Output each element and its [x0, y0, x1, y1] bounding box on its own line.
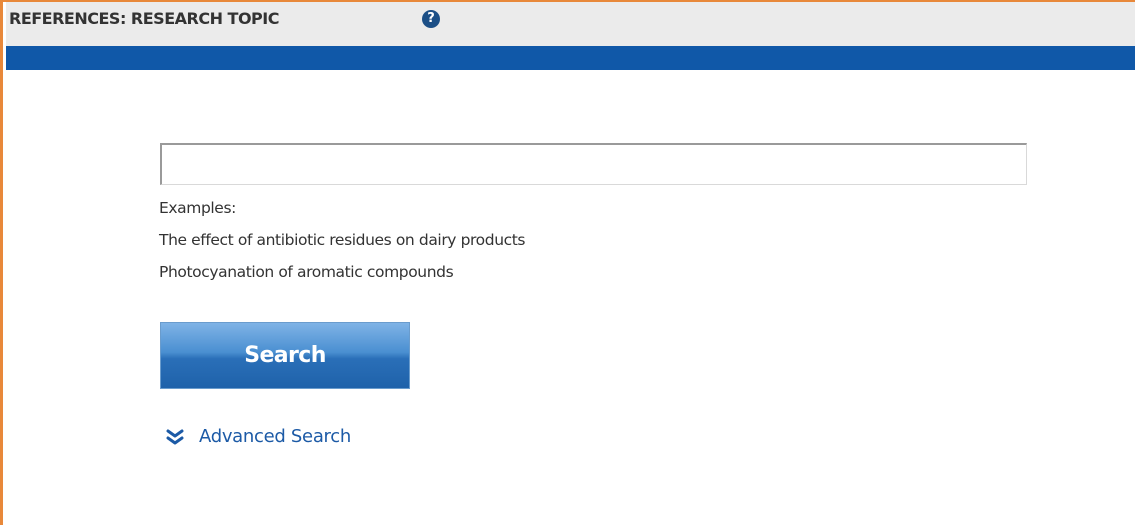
advanced-search-label: Advanced Search	[199, 426, 351, 447]
advanced-search-link[interactable]: Advanced Search	[165, 426, 351, 447]
example-item: The effect of antibiotic residues on dai…	[159, 231, 526, 249]
help-icon[interactable]: ?	[422, 10, 440, 28]
header-bar	[6, 46, 1135, 70]
example-item: Photocyanation of aromatic compounds	[159, 263, 454, 281]
panel-header: REFERENCES: RESEARCH TOPIC ?	[6, 2, 1135, 46]
search-input[interactable]	[160, 143, 1027, 185]
examples-label: Examples:	[159, 199, 236, 217]
double-chevron-down-icon	[166, 429, 184, 444]
examples-block: Examples: The effect of antibiotic resid…	[159, 192, 525, 288]
panel-title: REFERENCES: RESEARCH TOPIC	[9, 9, 279, 28]
search-button[interactable]: Search	[160, 322, 410, 389]
